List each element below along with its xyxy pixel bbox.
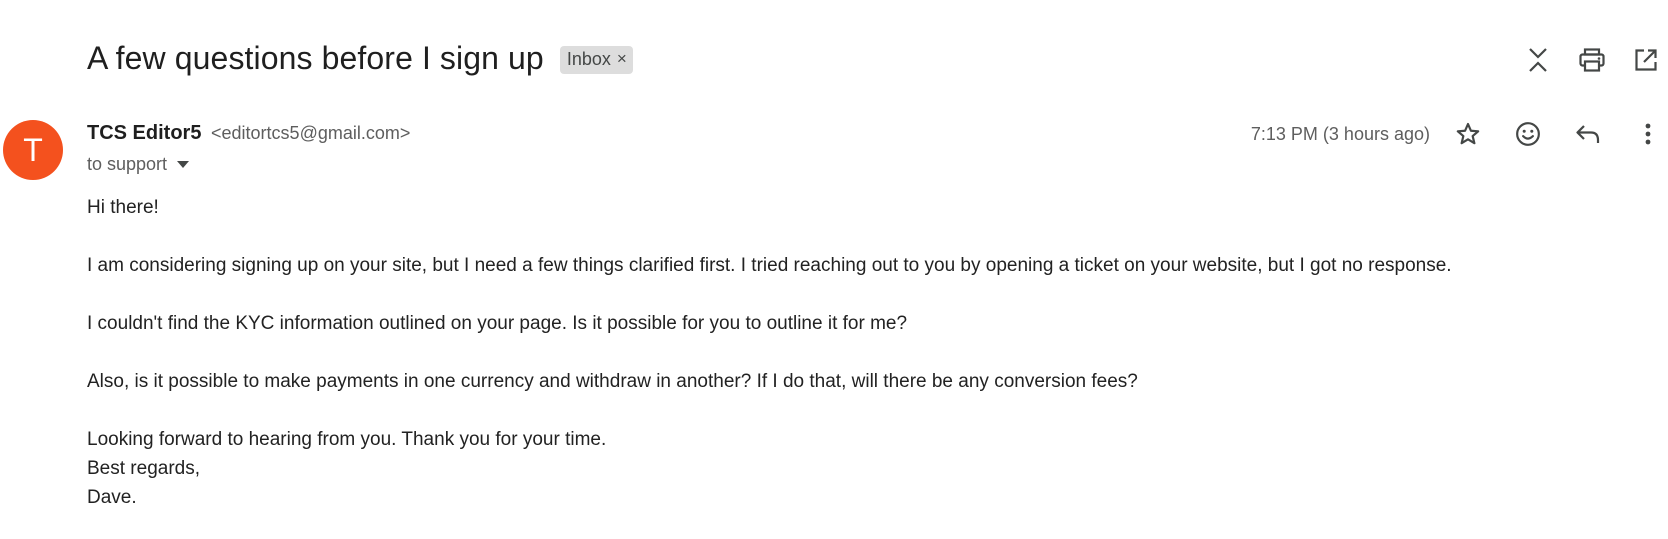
reply-button[interactable]: [1568, 114, 1608, 154]
open-in-new-window-icon: [1634, 48, 1658, 72]
message-timestamp: 7:13 PM (3 hours ago): [1250, 123, 1430, 144]
inbox-label-chip[interactable]: Inbox ×: [559, 45, 633, 74]
emoji-reaction-icon: [1515, 121, 1541, 147]
more-options-button[interactable]: [1628, 114, 1668, 154]
subject-row: A few questions before I sign up Inbox ×: [87, 30, 633, 86]
collapse-all-button[interactable]: [1518, 40, 1558, 80]
thread-actions: [1504, 40, 1668, 80]
collapse-all-icon: [1527, 47, 1549, 73]
add-reaction-button[interactable]: [1508, 114, 1548, 154]
sender-line: TCS Editor5 <editortcs5@gmail.com>: [87, 122, 410, 145]
closing-line: Best regards,: [87, 458, 200, 479]
greeting: Hi there!: [87, 197, 159, 218]
body-paragraph: Also, is it possible to make payments in…: [87, 371, 1138, 392]
open-in-new-window-button[interactable]: [1626, 40, 1666, 80]
body-paragraph: I couldn't find the KYC information outl…: [87, 313, 908, 334]
message-meta: 7:13 PM (3 hours ago): [1251, 114, 1668, 154]
closing-line: Looking forward to hearing from you. Tha…: [87, 429, 607, 450]
star-button[interactable]: [1448, 114, 1488, 154]
recipient-text: to support: [87, 154, 168, 174]
star-icon: [1455, 121, 1481, 147]
print-icon: [1579, 48, 1605, 72]
body-paragraph: I am considering signing up on your site…: [87, 255, 1452, 276]
sender-name[interactable]: TCS Editor5: [87, 122, 201, 144]
more-options-icon: [1645, 123, 1651, 145]
message-body: Hi there! I am considering signing up on…: [87, 193, 1452, 512]
sender-avatar[interactable]: T: [3, 120, 63, 180]
recipient-line: to support: [87, 154, 190, 175]
remove-label-button[interactable]: ×: [617, 49, 627, 69]
signature: Dave.: [87, 487, 137, 508]
sender-email: <editortcs5@gmail.com>: [211, 123, 411, 143]
avatar-letter: T: [23, 131, 43, 168]
label-text: Inbox: [566, 48, 611, 69]
caret-down-icon: [177, 160, 190, 168]
print-button[interactable]: [1572, 40, 1612, 80]
show-details-button[interactable]: [173, 160, 190, 169]
email-subject: A few questions before I sign up: [87, 39, 544, 76]
reply-icon: [1575, 123, 1601, 145]
